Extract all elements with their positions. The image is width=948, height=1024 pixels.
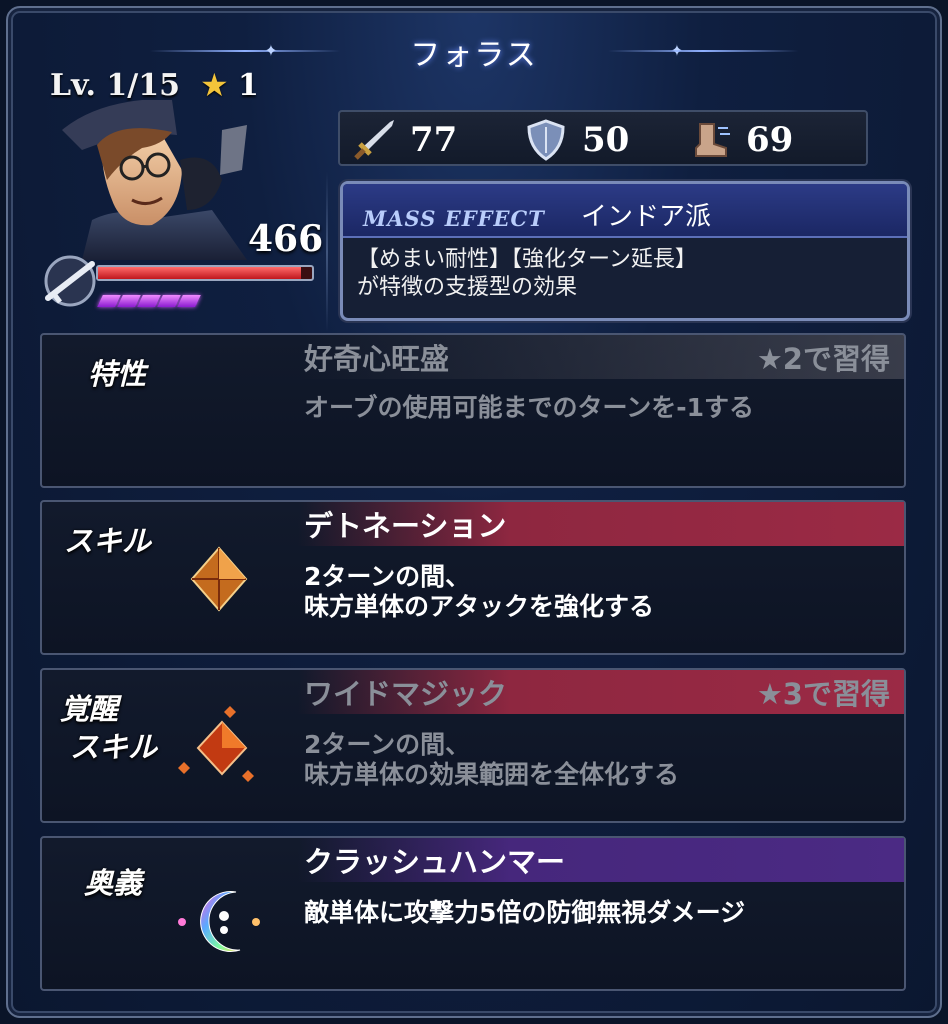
awakened-skill-desc-line: 味方単体の効果範囲を全体化する — [304, 760, 680, 789]
hp-value: 466 — [248, 218, 324, 260]
shield-icon — [524, 118, 568, 162]
skill-desc-line: 2ターンの間、 — [304, 562, 471, 591]
hp-bar — [96, 265, 314, 281]
rank-value: 1 — [238, 68, 259, 103]
trait-name: 好奇心旺盛 — [304, 342, 450, 376]
hp-bar-fill — [98, 267, 302, 279]
ap-pip — [177, 295, 201, 307]
mass-effect-desc-line: が特徴の支援型の効果 — [357, 275, 578, 300]
trait-label: 特性 — [88, 357, 147, 391]
skill-panel[interactable]: スキル デトネーション 2ターンの間、 味方単体のアタックを強化する — [40, 500, 906, 655]
secret-art-name: クラッシュハンマー — [304, 845, 566, 879]
title-decoration-right — [608, 50, 798, 52]
secret-art-label: 奥義 — [84, 866, 143, 900]
trait-panel[interactable]: 特性 好奇心旺盛 ★2で習得 オーブの使用可能までのターンを-1する — [40, 333, 906, 488]
character-portrait[interactable] — [62, 100, 262, 260]
awakened-skill-name: ワイドマジック — [304, 677, 508, 711]
skill-desc-line: 味方単体のアタックを強化する — [304, 592, 655, 621]
mass-effect-header: MASS EFFECT インドア派 — [343, 184, 907, 238]
orange-crystal-icon — [184, 544, 254, 618]
awakened-skill-desc-line: 2ターンの間、 — [304, 730, 471, 759]
stats-bar: 77 50 69 — [338, 110, 868, 166]
rifle-weapon-icon — [40, 254, 100, 308]
speed-value: 69 — [746, 120, 794, 160]
awakened-skill-panel[interactable]: 覚醒 スキル ワイドマジック ★3で習得 2ターンの間、 味方単体の効果範囲を全… — [40, 668, 906, 823]
mass-effect-name: インドア派 — [581, 202, 712, 232]
boot-icon — [688, 118, 732, 162]
trait-description: オーブの使用可能までのターンを-1する — [304, 393, 755, 422]
crescent-moon-icon — [176, 884, 262, 964]
awakened-skill-label-line: スキル — [70, 730, 158, 764]
awakened-skill-label: 覚醒 スキル — [60, 690, 157, 766]
defense-value: 50 — [582, 120, 630, 160]
awakened-skill-requirement: ★3で習得 — [756, 677, 890, 711]
star-icon: ★ — [200, 66, 229, 104]
defense-stat: 50 — [524, 118, 629, 162]
ap-pips — [97, 292, 201, 311]
trait-requirement: ★2で習得 — [756, 342, 890, 376]
mass-effect-desc-line: 【めまい耐性】【強化ターン延長】 — [357, 247, 697, 272]
mass-effect-panel[interactable]: MASS EFFECT インドア派 【めまい耐性】【強化ターン延長】 が特徴の支… — [340, 181, 910, 321]
attack-stat: 77 — [352, 118, 457, 162]
skill-label: スキル — [64, 524, 152, 558]
divider — [326, 172, 328, 332]
awakened-skill-label-line: 覚醒 — [60, 692, 119, 726]
mass-effect-tag: MASS EFFECT — [363, 206, 545, 231]
skill-name: デトネーション — [304, 509, 507, 543]
attack-value: 77 — [410, 120, 458, 160]
secret-art-panel[interactable]: 奥義 クラッシュハンマー 敵単体に攻撃力5倍の防御無視ダメージ — [40, 836, 906, 991]
awakened-crystal-icon — [174, 704, 264, 792]
speed-stat: 69 — [688, 118, 793, 162]
secret-art-description: 敵単体に攻撃力5倍の防御無視ダメージ — [304, 898, 746, 927]
level-label: Lv. 1/15 — [50, 68, 180, 103]
sword-icon — [352, 118, 396, 162]
mass-effect-description: 【めまい耐性】【強化ターン延長】 が特徴の支援型の効果 — [357, 246, 697, 302]
